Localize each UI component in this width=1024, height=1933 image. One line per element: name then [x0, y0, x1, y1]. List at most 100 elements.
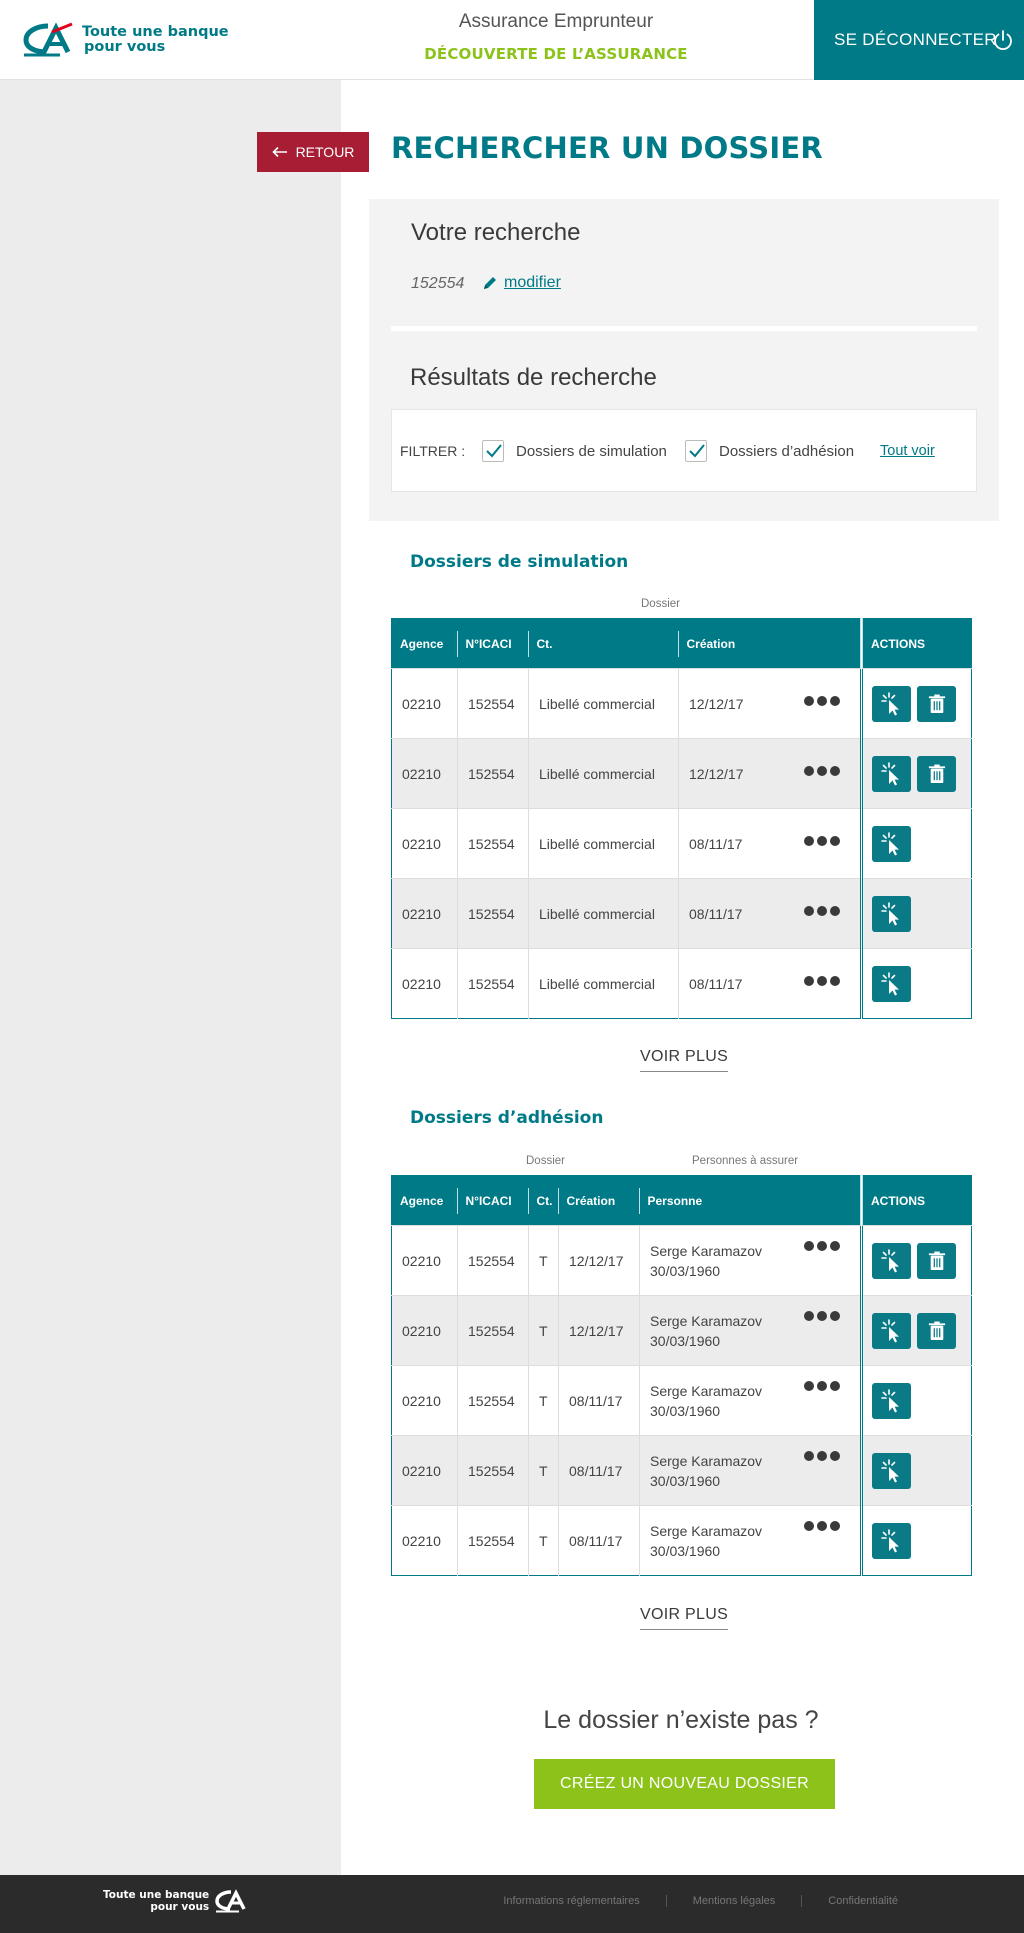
person-name: Serge Karamazov: [650, 1242, 763, 1259]
more-options-icon[interactable]: [801, 1310, 840, 1321]
footer-links: Informations réglementaires Mentions lég…: [477, 1895, 924, 1907]
person-birthdate: 30/03/1960: [650, 1542, 721, 1559]
brand-line-1: Toute une banque: [82, 24, 229, 40]
delete-dossier-button[interactable]: [917, 1242, 956, 1279]
open-dossier-button[interactable]: [872, 825, 911, 862]
more-options-icon[interactable]: [801, 1520, 840, 1531]
cursor-click-icon: [880, 691, 899, 715]
more-options-icon[interactable]: [801, 835, 840, 846]
cell-personne: Serge Karamazov 30/03/1960: [639, 1295, 862, 1366]
column-header[interactable]: Création: [558, 1175, 640, 1226]
open-dossier-button[interactable]: [872, 895, 911, 932]
column-header[interactable]: Création: [678, 618, 862, 669]
logout-button[interactable]: SE DÉCONNECTER: [814, 0, 1024, 80]
footer-link-privacy[interactable]: Confidentialité: [801, 1895, 924, 1907]
open-dossier-button[interactable]: [872, 1242, 911, 1279]
cell-agence: 02210: [391, 1435, 458, 1506]
open-dossier-button[interactable]: [872, 755, 911, 792]
footer-brand-line-2: pour vous: [150, 1901, 210, 1913]
brand-text: Toute une banque pour vous: [82, 25, 229, 55]
column-header[interactable]: Agence: [391, 1175, 458, 1226]
adhesion-group-label-dossier: Dossier: [526, 1155, 565, 1167]
column-header[interactable]: Ct.: [528, 1175, 559, 1226]
open-dossier-button[interactable]: [872, 685, 911, 722]
back-button[interactable]: RETOUR: [257, 132, 369, 172]
cell-agence: 02210: [391, 738, 458, 809]
delete-dossier-button[interactable]: [917, 755, 956, 792]
cursor-click-icon: [880, 1388, 899, 1412]
cell-icaci: 152554: [457, 1225, 529, 1296]
delete-dossier-button[interactable]: [917, 685, 956, 722]
adhesion-table: Agence N°ICACI Ct. Création Personne ACT…: [391, 1175, 972, 1576]
more-options-icon[interactable]: [801, 975, 840, 986]
simulation-table: Agence N°ICACI Ct. Création ACTIONS 0221…: [391, 618, 972, 1019]
open-dossier-button[interactable]: [872, 1382, 911, 1419]
cursor-click-icon: [880, 761, 899, 785]
cell-icaci: 152554: [457, 948, 529, 1019]
footer-logo[interactable]: Toute une banque pour vous: [103, 1889, 249, 1913]
table-row: 02210 152554 T 08/11/17 Serge Karamazov 30/03…: [391, 1505, 972, 1576]
table-header-row: Agence N°ICACI Ct. Création Personne ACT…: [391, 1175, 972, 1226]
header-titles: Assurance Emprunteur DÉCOUVERTE DE L’ASS…: [406, 0, 706, 63]
trash-icon: [928, 764, 945, 783]
edit-search-link[interactable]: modifier: [482, 274, 561, 292]
more-options-icon[interactable]: [801, 905, 840, 916]
power-icon: [994, 30, 1012, 51]
more-options-icon[interactable]: [801, 1450, 840, 1461]
simulation-more-button[interactable]: VOIR PLUS: [640, 1048, 729, 1072]
cell-creation: 12/12/17: [678, 738, 862, 809]
app-subtitle[interactable]: DÉCOUVERTE DE L’ASSURANCE: [406, 45, 706, 63]
open-dossier-button[interactable]: [872, 965, 911, 1002]
filter-simulation-checkbox[interactable]: Dossiers de simulation: [482, 440, 667, 462]
cursor-click-icon: [880, 1458, 899, 1482]
cell-agence: 02210: [391, 1505, 458, 1576]
column-header[interactable]: Personne: [639, 1175, 862, 1226]
column-header: ACTIONS: [860, 1175, 972, 1226]
table-row: 02210 152554 T 08/11/17 Serge Karamazov 30/03…: [391, 1365, 972, 1436]
cell-icaci: 152554: [457, 1365, 529, 1436]
cell-icaci: 152554: [457, 808, 529, 879]
pencil-icon: [484, 277, 496, 289]
more-options-icon[interactable]: [801, 1380, 840, 1391]
person-birthdate: 30/03/1960: [650, 1262, 721, 1279]
cell-personne: Serge Karamazov 30/03/1960: [639, 1225, 862, 1296]
more-options-icon[interactable]: [801, 695, 840, 706]
column-header[interactable]: Ct.: [528, 618, 679, 669]
person-birthdate: 30/03/1960: [650, 1332, 721, 1349]
create-dossier-button[interactable]: CRÉEZ UN NOUVEAU DOSSIER: [534, 1759, 835, 1809]
see-all-link[interactable]: Tout voir: [880, 443, 935, 459]
cell-agence: 02210: [391, 948, 458, 1019]
filter-bar: FILTRER : Dossiers de simulation Dossier…: [391, 409, 977, 492]
simulation-section-title: Dossiers de simulation: [410, 552, 629, 572]
table-row: 02210 152554 Libellé commercial 08/11/17: [391, 808, 972, 879]
app-title: Assurance Emprunteur: [458, 11, 654, 32]
cell-creation: 08/11/17: [558, 1365, 640, 1436]
more-options-icon[interactable]: [801, 1240, 840, 1251]
edit-search-label: modifier: [504, 274, 561, 291]
more-options-icon[interactable]: [801, 765, 840, 776]
simulation-table-body: 02210 152554 Libellé commercial 12/12/17 022…: [391, 668, 972, 1019]
person-name: Serge Karamazov: [650, 1522, 763, 1539]
adhesion-more-button[interactable]: VOIR PLUS: [640, 1606, 729, 1630]
divider: [391, 326, 977, 331]
open-dossier-button[interactable]: [872, 1522, 911, 1559]
search-panel: Votre recherche 152554 modifier Résultat…: [369, 199, 999, 521]
cell-creation: 12/12/17: [558, 1225, 640, 1296]
brand-logo[interactable]: Toute une banque pour vous: [22, 22, 229, 58]
cursor-click-icon: [880, 1248, 899, 1272]
footer-link-mentions[interactable]: Mentions légales: [665, 1895, 802, 1907]
check-icon: [689, 444, 705, 458]
open-dossier-button[interactable]: [872, 1312, 911, 1349]
footer-link-legal-info[interactable]: Informations réglementaires: [477, 1895, 665, 1907]
filter-adhesion-checkbox[interactable]: Dossiers d’adhésion: [685, 440, 854, 462]
column-header[interactable]: N°ICACI: [457, 618, 529, 669]
person-info: Serge Karamazov 30/03/1960: [650, 1241, 762, 1281]
open-dossier-button[interactable]: [872, 1452, 911, 1489]
adhesion-section-title: Dossiers d’adhésion: [410, 1108, 604, 1128]
cell-actions: [860, 948, 972, 1019]
delete-dossier-button[interactable]: [917, 1312, 956, 1349]
cell-actions: [860, 1365, 972, 1436]
cell-ct: Libellé commercial: [528, 738, 679, 809]
column-header[interactable]: N°ICACI: [457, 1175, 529, 1226]
column-header[interactable]: Agence: [391, 618, 458, 669]
